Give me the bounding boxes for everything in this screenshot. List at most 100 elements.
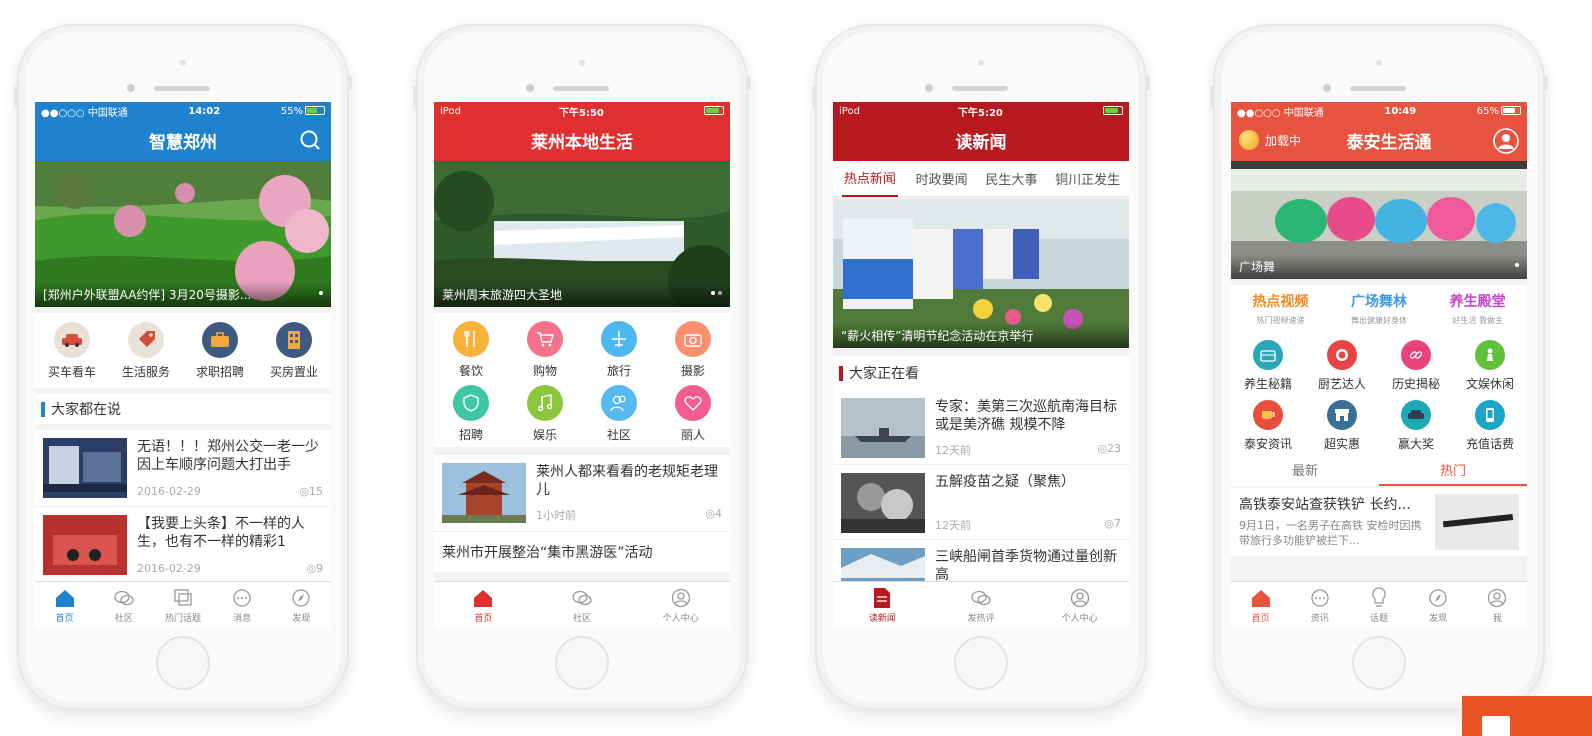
home-button[interactable]	[555, 636, 609, 690]
banner-carousel[interactable]: “薪火相传”清明节纪念活动在京举行	[833, 199, 1129, 348]
view-count-value: 9	[316, 562, 323, 575]
home-button[interactable]	[156, 636, 210, 690]
category-food[interactable]: 餐饮	[434, 321, 508, 379]
news-item[interactable]: 高铁泰安站查获铁铲 长约... 9月1日，一名男子在高铁 安检时因携带旅行多功能…	[1231, 488, 1527, 556]
search-icon[interactable]	[299, 129, 321, 156]
camera-icon	[675, 321, 711, 357]
tab-messages[interactable]: 消息	[214, 587, 270, 624]
category-entertainment[interactable]: 娱乐	[508, 385, 582, 443]
news-title: 莱州人都来看看的老规矩老理儿	[536, 464, 718, 498]
service-leisure[interactable]: 文娱休闲	[1453, 340, 1527, 392]
chat-bubbles-icon	[970, 587, 992, 609]
tab-hot-comments[interactable]: 发热评	[953, 587, 1009, 624]
shortcut-car[interactable]: 买车看车	[35, 322, 109, 380]
service-cooking[interactable]: 厨艺达人	[1305, 340, 1379, 392]
category-beauty[interactable]: 丽人	[656, 385, 730, 443]
carousel-dots	[708, 280, 722, 299]
compass-icon	[1427, 587, 1449, 609]
service-label: 养生秘籍	[1243, 377, 1292, 391]
tab-label: 话题	[1369, 614, 1388, 624]
feature-card-health[interactable]: 养生殿堂 好生活 我做主	[1428, 291, 1527, 326]
banner-carousel[interactable]: [郑州户外联盟AA约伴] 3月20号摄影...	[35, 161, 331, 307]
shortcut-house[interactable]: 买房置业	[257, 322, 331, 380]
service-health-tips[interactable]: 养生秘籍	[1231, 340, 1305, 392]
feature-card-square-dance[interactable]: 广场舞林 舞出健康好身体	[1330, 291, 1429, 326]
shortcut-life[interactable]: 生活服务	[109, 322, 183, 380]
location-status[interactable]: 加载中	[1239, 130, 1301, 150]
section-header: 大家都在说	[35, 394, 331, 424]
service-history[interactable]: 历史揭秘	[1379, 340, 1453, 392]
avatar-icon[interactable]	[1493, 128, 1519, 159]
tab-profile[interactable]: 个人中心	[1052, 587, 1108, 624]
feature-subtitle: 好生活 我做主	[1452, 316, 1503, 325]
channel-tab-tongchuan[interactable]: 铜川正发生	[1055, 169, 1120, 188]
tab-me[interactable]: 我	[1469, 587, 1525, 624]
front-camera	[180, 60, 186, 66]
view-count-value: 4	[715, 507, 722, 520]
news-headline-item[interactable]: 莱州市开展整治“集市黑游医”活动	[434, 532, 730, 572]
service-topup[interactable]: 充值话费	[1453, 400, 1527, 452]
category-community[interactable]: 社区	[582, 385, 656, 443]
earpiece-speaker	[952, 86, 1008, 91]
carousel-dots	[316, 280, 323, 299]
news-item[interactable]: 莱州人都来看看的老规矩老理儿 1小时前 ◎4	[434, 455, 730, 532]
tab-home[interactable]: 首页	[1233, 587, 1289, 624]
news-item[interactable]: 无语！！！郑州公交一老一少因上车顺序问题大打出手 2016-02-29 ◎15	[35, 430, 331, 507]
news-thumbnail	[442, 463, 526, 523]
feature-cards: 热点视频 热门视频速递 广场舞林 舞出健康好身体 养生殿堂 好生活 我做主	[1231, 285, 1527, 332]
floating-corner-button[interactable]	[1462, 696, 1592, 736]
carrier-label: iPod	[839, 105, 860, 117]
category-label: 摄影	[680, 364, 705, 378]
category-travel[interactable]: 旅行	[582, 321, 656, 379]
mute-switch	[14, 86, 18, 108]
tab-discover[interactable]: 发现	[273, 587, 329, 624]
tab-bar: 首页 资讯 话题 发现 我	[1231, 581, 1527, 629]
home-button[interactable]	[1352, 636, 1406, 690]
banner-carousel[interactable]: 广场舞	[1231, 161, 1527, 279]
channel-tab-politics[interactable]: 时政要闻	[916, 169, 968, 188]
front-camera	[579, 60, 585, 66]
category-jobs[interactable]: 招聘	[434, 385, 508, 443]
service-deals[interactable]: 超实惠	[1305, 400, 1379, 452]
user-icon	[1069, 587, 1091, 609]
feature-title: 热点视频	[1252, 294, 1309, 310]
tab-home[interactable]: 首页	[37, 587, 93, 624]
category-label: 丽人	[680, 428, 705, 442]
tab-community[interactable]: 社区	[554, 587, 610, 624]
tab-community[interactable]: 社区	[96, 587, 152, 624]
phone-frame-3: iPod 下午5:20 读新闻 热点新闻 时政要闻 民生大事 铜川正发生 “薪火…	[812, 24, 1150, 710]
home-button[interactable]	[954, 636, 1008, 690]
compass-icon	[290, 587, 312, 609]
tab-topics[interactable]: 话题	[1351, 587, 1407, 624]
tab-home[interactable]: 首页	[455, 587, 511, 624]
service-taian-news[interactable]: 泰安资讯	[1231, 400, 1305, 452]
segment-latest[interactable]: 最新	[1231, 460, 1379, 486]
category-shopping[interactable]: 购物	[508, 321, 582, 379]
news-item[interactable]: 五解疫苗之疑（聚焦） 12天前 ◎7	[833, 465, 1129, 540]
tab-profile[interactable]: 个人中心	[653, 587, 709, 624]
shortcut-jobs[interactable]: 求职招聘	[183, 322, 257, 380]
view-count-value: 7	[1114, 517, 1121, 530]
tab-news[interactable]: 资讯	[1292, 587, 1348, 624]
channel-tab-livelihood[interactable]: 民生大事	[985, 169, 1037, 188]
chat-bubbles-icon	[113, 587, 135, 609]
feature-card-hot-video[interactable]: 热点视频 热门视频速递	[1231, 291, 1330, 326]
segment-hot[interactable]: 热门	[1379, 460, 1527, 486]
status-bar: ●●○○○ 中国联通 14:02 55%	[35, 102, 331, 120]
banner-caption: [郑州户外联盟AA约伴] 3月20号摄影...	[35, 282, 331, 307]
battery-indicator	[702, 106, 724, 117]
channel-tab-hot[interactable]: 热点新闻	[841, 160, 898, 197]
banner-carousel[interactable]: 莱州周末旅游四大圣地	[434, 161, 730, 307]
tab-topics[interactable]: 热门话题	[155, 587, 211, 624]
tab-discover[interactable]: 发现	[1410, 587, 1466, 624]
news-item[interactable]: 【我要上头条】不一样的人生，也有不一样的精彩1 2016-02-29 ◎9	[35, 507, 331, 584]
news-thumbnail	[43, 438, 127, 498]
tab-label: 消息	[233, 614, 252, 624]
carrier-label: iPod	[440, 105, 461, 117]
carousel-dots	[1512, 252, 1519, 271]
tab-read-news[interactable]: 读新闻	[854, 587, 910, 624]
news-item[interactable]: 专家：美第三次巡航南海目标或是美济礁 规模不降 12天前 ◎23	[833, 390, 1129, 465]
category-photo[interactable]: 摄影	[656, 321, 730, 379]
service-prizes[interactable]: 赢大奖	[1379, 400, 1453, 452]
shortcut-label: 生活服务	[121, 365, 170, 379]
